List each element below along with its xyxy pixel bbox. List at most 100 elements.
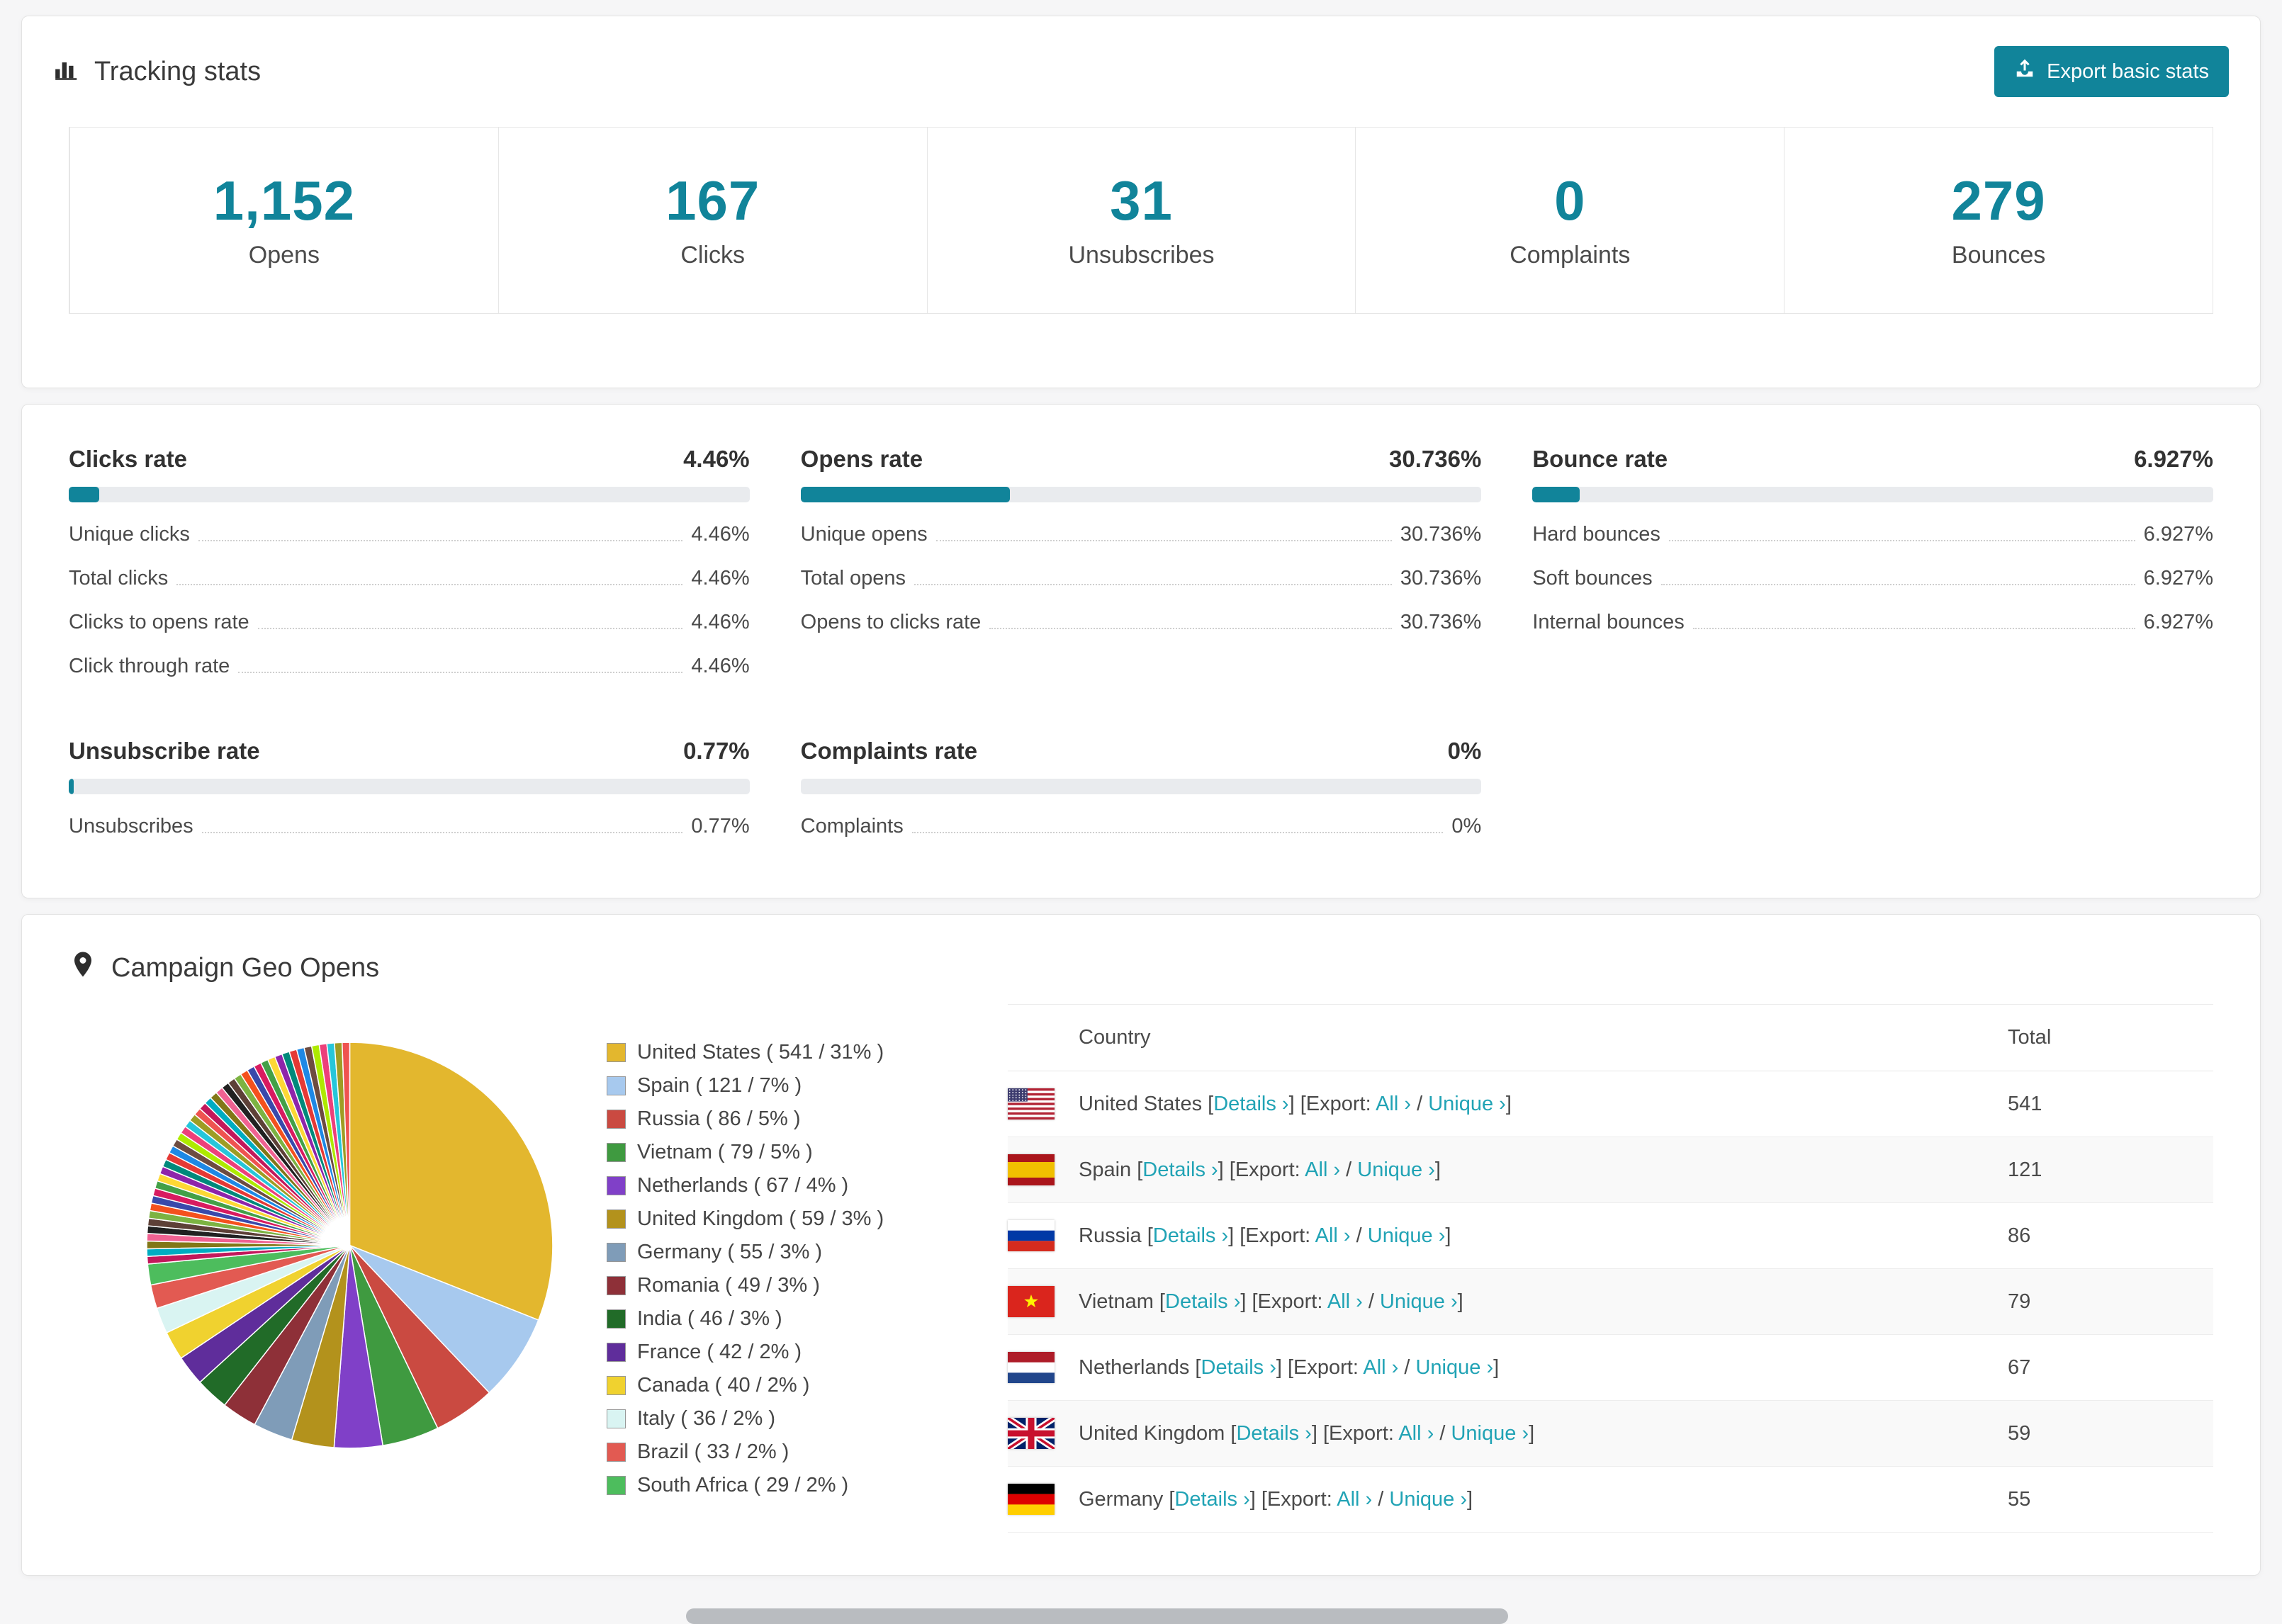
link-separator: / <box>1434 1421 1451 1445</box>
export-unique-link[interactable]: Unique › <box>1451 1422 1529 1445</box>
export-all-link[interactable]: All › <box>1398 1422 1434 1445</box>
details-link[interactable]: Details › <box>1142 1158 1218 1181</box>
legend-item[interactable]: South Africa ( 29 / 2% ) <box>607 1474 940 1497</box>
legend-swatch <box>607 1376 626 1395</box>
legend-swatch <box>607 1043 626 1062</box>
legend-item[interactable]: Russia ( 86 / 5% ) <box>607 1107 940 1131</box>
bracket-close: ] <box>1505 1092 1512 1115</box>
total-cell: 86 <box>2008 1224 2031 1247</box>
bracket-close: ] <box>1529 1421 1535 1445</box>
rate-progress-fill <box>800 487 1010 502</box>
bracket-open: [ <box>1141 1224 1153 1247</box>
total-cell: 541 <box>2008 1092 2042 1115</box>
bracket-open: [ <box>1189 1355 1201 1379</box>
export-all-link[interactable]: All › <box>1337 1488 1372 1511</box>
rate-stat-row: Total clicks 4.46% <box>69 567 750 590</box>
country-column-header: Country <box>1079 1026 1151 1049</box>
rate-value: 30.736% <box>1389 446 1482 472</box>
rates-grid: Clicks rate 4.46% Unique clicks 4.46% To… <box>22 405 2260 898</box>
rate-stat-value: 30.736% <box>1400 611 1482 633</box>
rate-title: Complaints rate <box>800 738 978 764</box>
details-link[interactable]: Details › <box>1201 1356 1276 1379</box>
country-cell: Spain [Details ›] [Export: All › / Uniqu… <box>1079 1158 2008 1182</box>
country-cell: United Kingdom [Details ›] [Export: All … <box>1079 1422 2008 1445</box>
bracket-close: ] <box>1493 1355 1500 1379</box>
legend-label: South Africa ( 29 / 2% ) <box>637 1474 849 1496</box>
export-all-link[interactable]: All › <box>1327 1290 1363 1313</box>
legend-item[interactable]: Romania ( 49 / 3% ) <box>607 1274 940 1297</box>
geo-table-header: Country Total <box>1008 1004 2213 1071</box>
legend-item[interactable]: United Kingdom ( 59 / 3% ) <box>607 1207 940 1231</box>
rate-stat-row: Soft bounces 6.927% <box>1532 567 2213 590</box>
rate-stat-value: 4.46% <box>691 611 750 633</box>
details-link[interactable]: Details › <box>1174 1488 1249 1511</box>
export-basic-stats-button[interactable]: Export basic stats <box>1994 46 2229 97</box>
legend-item[interactable]: India ( 46 / 3% ) <box>607 1307 940 1331</box>
legend-swatch <box>607 1476 626 1495</box>
legend-label: Germany ( 55 / 3% ) <box>637 1241 823 1263</box>
dotted-leader <box>935 540 1392 541</box>
country-flag-icon <box>1008 1286 1055 1317</box>
rate-rows: Unique opens 30.736% Total opens 30.736%… <box>801 523 1482 634</box>
details-link[interactable]: Details › <box>1165 1290 1240 1313</box>
country-flag-icon <box>1008 1418 1055 1449</box>
export-all-link[interactable]: All › <box>1376 1093 1411 1115</box>
export-unique-link[interactable]: Unique › <box>1415 1356 1493 1379</box>
export-all-link[interactable]: All › <box>1315 1224 1351 1247</box>
rate-stat-label: Internal bounces <box>1532 611 1685 633</box>
legend-item[interactable]: United States ( 541 / 31% ) <box>607 1041 940 1064</box>
details-link[interactable]: Details › <box>1236 1422 1311 1445</box>
total-cell: 55 <box>2008 1487 2031 1511</box>
rate-title: Unsubscribe rate <box>69 738 260 764</box>
country-flag-icon <box>1008 1352 1055 1383</box>
details-link[interactable]: Details › <box>1153 1224 1228 1247</box>
geo-table-row: United Kingdom [Details ›] [Export: All … <box>1008 1401 2213 1467</box>
legend-item[interactable]: Netherlands ( 67 / 4% ) <box>607 1174 940 1197</box>
legend-item[interactable]: Germany ( 55 / 3% ) <box>607 1241 940 1264</box>
geo-table-row: Russia [Details ›] [Export: All › / Uniq… <box>1008 1203 2213 1269</box>
rate-stat-label: Total opens <box>800 567 906 590</box>
rate-stat-value: 4.46% <box>691 567 750 590</box>
dotted-leader <box>914 584 1392 585</box>
legend-label: Netherlands ( 67 / 4% ) <box>637 1174 849 1197</box>
country-flag-icon <box>1008 1220 1055 1251</box>
legend-label: Romania ( 49 / 3% ) <box>637 1274 820 1297</box>
export-unique-link[interactable]: Unique › <box>1380 1290 1458 1313</box>
export-unique-link[interactable]: Unique › <box>1368 1224 1446 1247</box>
rate-title: Bounce rate <box>1532 446 1668 472</box>
export-unique-link[interactable]: Unique › <box>1389 1488 1467 1511</box>
export-all-link[interactable]: All › <box>1305 1158 1340 1181</box>
legend-swatch <box>607 1076 626 1095</box>
bracket-open: [ <box>1225 1421 1237 1445</box>
legend-item[interactable]: Spain ( 121 / 7% ) <box>607 1074 940 1098</box>
legend-item[interactable]: Brazil ( 33 / 2% ) <box>607 1440 940 1464</box>
export-unique-link[interactable]: Unique › <box>1428 1093 1506 1115</box>
export-unique-link[interactable]: Unique › <box>1357 1158 1435 1181</box>
horizontal-scrollbar-thumb[interactable] <box>686 1608 1508 1624</box>
legend-item[interactable]: France ( 42 / 2% ) <box>607 1341 940 1364</box>
rate-progress-fill <box>69 487 99 502</box>
rate-panel: Bounce rate 6.927% Hard bounces 6.927% S… <box>1532 446 2213 678</box>
details-link[interactable]: Details › <box>1213 1093 1288 1115</box>
bracket-close: ] <box>1457 1290 1463 1313</box>
rate-progress-track <box>800 779 1482 794</box>
rate-progress-track <box>69 779 750 794</box>
stat-value: 279 <box>1951 169 2046 232</box>
legend-swatch <box>607 1443 626 1462</box>
rate-value: 6.927% <box>2134 446 2213 472</box>
rate-stat-value: 6.927% <box>2143 567 2213 590</box>
dotted-leader <box>257 628 683 629</box>
rate-stat-row: Click through rate 4.46% <box>69 655 750 678</box>
rate-stat-row: Unique clicks 4.46% <box>69 523 750 546</box>
export-prefix: ] [Export: <box>1276 1355 1364 1379</box>
legend-item[interactable]: Vietnam ( 79 / 5% ) <box>607 1141 940 1164</box>
legend-label: France ( 42 / 2% ) <box>637 1341 802 1363</box>
geo-pie-chart <box>146 1042 553 1449</box>
legend-item[interactable]: Canada ( 40 / 2% ) <box>607 1374 940 1397</box>
legend-label: United Kingdom ( 59 / 3% ) <box>637 1207 884 1230</box>
export-all-link[interactable]: All › <box>1363 1356 1398 1379</box>
country-cell: Netherlands [Details ›] [Export: All › /… <box>1079 1356 2008 1380</box>
legend-item[interactable]: Italy ( 36 / 2% ) <box>607 1407 940 1431</box>
country-cell: Russia [Details ›] [Export: All › / Uniq… <box>1079 1224 2008 1248</box>
legend-swatch <box>607 1110 626 1129</box>
